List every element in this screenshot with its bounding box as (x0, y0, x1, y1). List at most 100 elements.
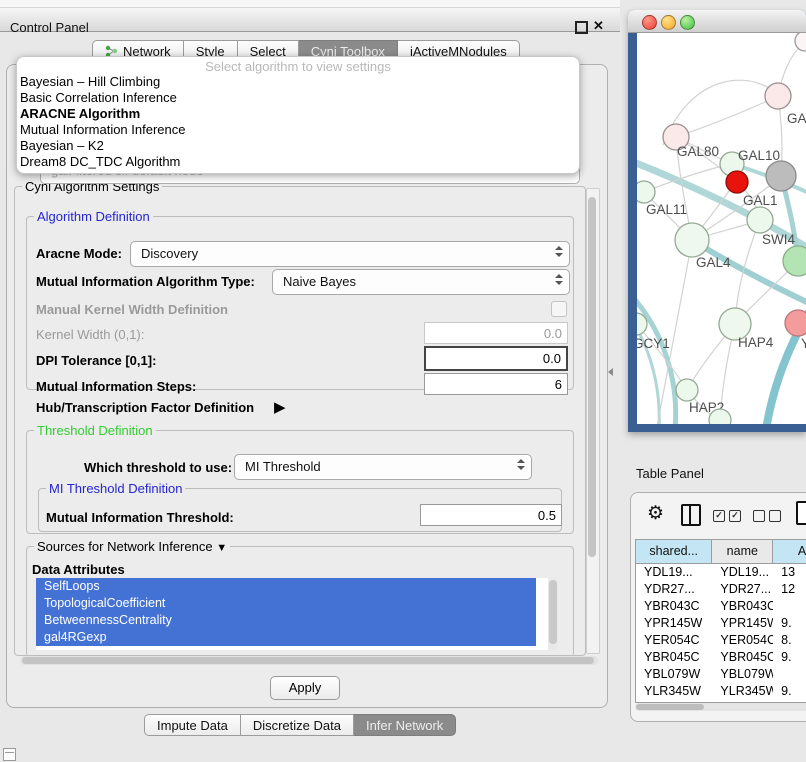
app-root: Control Panel ✕ Network Style Select Cyn… (0, 0, 806, 762)
mi-steps-field[interactable] (424, 373, 568, 395)
algorithm-option[interactable]: Dream8 DC_TDC Algorithm (17, 154, 579, 170)
control-panel-title: Control Panel (10, 20, 89, 35)
float-window-icon[interactable] (575, 21, 588, 34)
deselect-all-checks-icon[interactable] (753, 510, 781, 522)
manual-kernel-checkbox[interactable] (551, 301, 567, 317)
network-node[interactable] (795, 33, 806, 51)
select-all-checks-icon[interactable]: ✓✓ (713, 510, 741, 522)
network-edge (679, 96, 778, 136)
algorithm-option[interactable]: Mutual Information Inference (17, 122, 579, 138)
table-row[interactable]: YBR045CYBR045C9. (636, 649, 806, 666)
table-cell: 13 (773, 564, 806, 581)
table-row[interactable]: YPR145WYPR145W9. (636, 615, 806, 632)
which-threshold-value: MI Threshold (245, 459, 321, 474)
table-panel-title: Table Panel (636, 466, 704, 481)
network-node[interactable] (766, 161, 796, 191)
table-row[interactable]: YDR27...YDR27...12 (636, 581, 806, 598)
data-attribute-item[interactable]: BetweennessCentrality (36, 612, 536, 629)
tab-impute-data[interactable]: Impute Data (144, 714, 241, 736)
tab-label: Discretize Data (253, 718, 341, 733)
aracne-mode-combo[interactable]: Discovery (130, 241, 570, 267)
attr-list-scrollbar-thumb[interactable] (549, 580, 557, 644)
table-cell (773, 598, 806, 615)
node-label: Y (801, 336, 806, 351)
table-row[interactable]: YBL079WYBL079W (636, 666, 806, 683)
apply-button[interactable]: Apply (270, 676, 340, 700)
node-label: GCY1 (637, 336, 670, 351)
threshold-definition-title: Threshold Definition (34, 423, 156, 438)
sources-title[interactable]: Sources for Network Inference ▼ (34, 539, 230, 554)
hub-definition-label[interactable]: Hub/Transcription Factor Definition (36, 400, 254, 415)
data-attribute-item[interactable]: SelfLoops (36, 578, 536, 595)
algorithm-option[interactable]: ARACNE Algorithm (17, 106, 579, 122)
table-header-cell[interactable]: name (712, 540, 773, 563)
network-node[interactable] (637, 181, 655, 203)
data-attribute-item[interactable]: TopologicalCoefficient (36, 595, 536, 612)
algorithm-popup-items: Bayesian – Hill ClimbingBasic Correlatio… (17, 74, 579, 170)
table-cell: YDR27... (636, 581, 712, 598)
network-node[interactable] (675, 223, 709, 257)
node-label: GAL1 (743, 193, 778, 208)
table-row[interactable]: YER054CYER054C8. (636, 632, 806, 649)
table-cell: YBR045C (636, 649, 712, 666)
table-header-cell[interactable]: shared... (636, 540, 712, 563)
table-row[interactable]: YLR345WYLR345W9. (636, 683, 806, 700)
algorithm-option[interactable]: Bayesian – Hill Climbing (17, 74, 579, 90)
network-node[interactable] (676, 379, 698, 401)
settings-scrollbar[interactable] (586, 188, 600, 654)
mac-zoom-icon[interactable] (680, 15, 695, 30)
algorithm-option[interactable]: Basic Correlation Inference (17, 90, 579, 106)
close-icon[interactable]: ✕ (593, 18, 604, 34)
network-view-window[interactable]: GALGAL80GAL10GAL1GAL11SWI4GAL4GCY1HAP4YH… (628, 10, 806, 432)
table-rows: YDL19...YDL19...13YDR27...YDR27...12YBR0… (636, 564, 806, 703)
control-panel-titlebar: Control Panel ✕ (0, 8, 620, 32)
columns-icon[interactable] (681, 504, 701, 526)
table-panel-toolbar: ⚙ ✓✓ (631, 493, 806, 537)
which-threshold-combo[interactable]: MI Threshold (234, 454, 532, 480)
tab-infer-network[interactable]: Infer Network (354, 714, 456, 736)
window-corner-icon[interactable] (3, 748, 16, 761)
node-label: HAP4 (738, 335, 774, 350)
combo-arrows-icon (555, 274, 562, 285)
table-cell: YLR345W (636, 683, 712, 700)
table-row[interactable]: YDL19...YDL19...13 (636, 564, 806, 581)
tab-discretize-data[interactable]: Discretize Data (241, 714, 354, 736)
network-node[interactable] (783, 246, 806, 276)
table-cell (773, 666, 806, 683)
algorithm-popup-prompt: Select algorithm to view settings (17, 57, 579, 74)
which-threshold-label: Which threshold to use: (84, 460, 232, 475)
table-cell: 12 (773, 581, 806, 598)
table-cell: YBR043C (712, 598, 773, 615)
network-node[interactable] (765, 83, 791, 109)
network-window-titlebar[interactable] (628, 10, 806, 33)
network-canvas[interactable]: GALGAL80GAL10GAL1GAL11SWI4GAL4GCY1HAP4YH… (637, 33, 806, 424)
mi-type-combo[interactable]: Naive Bayes (272, 269, 570, 295)
network-node[interactable] (726, 171, 748, 193)
mi-threshold-field[interactable] (420, 504, 562, 526)
settings-scrollbar-thumb[interactable] (588, 197, 596, 557)
table-hscrollbar-thumb[interactable] (636, 704, 704, 710)
kernel-width-field[interactable] (424, 322, 568, 344)
data-attribute-item[interactable]: gal4RGexp (36, 629, 536, 646)
mac-close-icon[interactable] (642, 15, 657, 30)
table-header-cell[interactable]: A (773, 540, 806, 563)
mi-type-label: Mutual Information Algorithm Type: (36, 274, 255, 289)
sources-collapse-arrow-icon[interactable]: ▼ (216, 542, 227, 554)
settings-hscrollbar[interactable] (20, 656, 598, 665)
algorithm-option[interactable]: Bayesian – K2 (17, 138, 579, 154)
dpi-tolerance-field[interactable] (424, 346, 568, 371)
table-cell: YBL079W (712, 666, 773, 683)
network-node[interactable] (747, 207, 773, 233)
table-cell: 9. (773, 615, 806, 632)
data-attributes-list[interactable]: SelfLoopsTopologicalCoefficientBetweenne… (36, 578, 548, 650)
gear-icon[interactable]: ⚙ (647, 502, 664, 525)
table-row[interactable]: YBR043CYBR043C (636, 598, 806, 615)
settings-hscrollbar-thumb[interactable] (22, 657, 594, 664)
node-label: GAL80 (677, 144, 719, 159)
document-icon[interactable] (796, 501, 806, 525)
mac-minimize-icon[interactable] (661, 15, 676, 30)
hub-expand-arrow-icon[interactable]: ▶ (274, 398, 286, 416)
node-label: GAL (787, 111, 806, 126)
split-pane-collapse-icon[interactable] (608, 368, 613, 376)
network-node[interactable] (785, 310, 806, 336)
